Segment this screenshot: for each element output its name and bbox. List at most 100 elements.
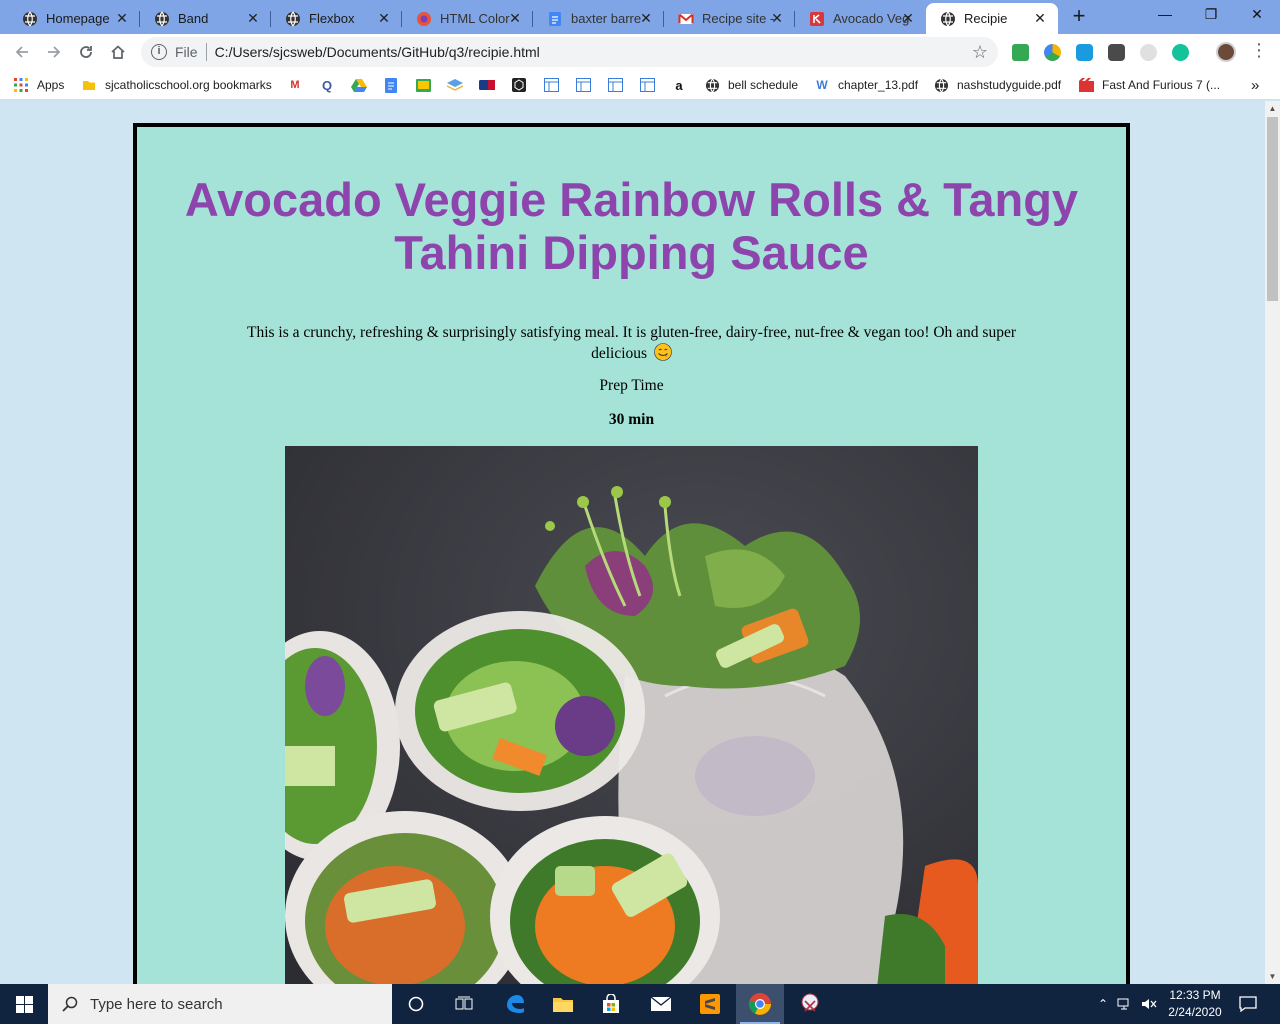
rolls-illustration: [285, 446, 978, 984]
recipe-site-icon: [809, 11, 825, 27]
bookmark-chapter-13[interactable]: W chapter_13.pdf: [814, 76, 918, 94]
search-placeholder: Type here to search: [90, 995, 223, 1013]
network-icon[interactable]: [1117, 997, 1133, 1011]
scheme-label: File: [175, 44, 198, 60]
globe-icon: [285, 11, 301, 27]
classroom-extension-icon[interactable]: [1012, 44, 1029, 61]
snipping-tool-taskbar-button[interactable]: [786, 984, 834, 1024]
close-tab-icon[interactable]: ✕: [114, 10, 130, 26]
prep-time-label: Prep Time: [599, 377, 664, 394]
layout-bookmark-icon[interactable]: [543, 77, 559, 93]
prep-time-value: 30 min: [608, 411, 655, 428]
close-window-button[interactable]: ✕: [1234, 0, 1280, 30]
tab-strip: Homepage ✕ Band ✕ Flexbox ✕ HTML Color ✕…: [0, 0, 1280, 34]
address-bar[interactable]: i File C:/Users/sjcsweb/Documents/GitHub…: [141, 37, 998, 67]
close-tab-icon[interactable]: ✕: [507, 10, 523, 26]
cortana-button[interactable]: [392, 984, 440, 1024]
close-tab-icon[interactable]: ✕: [245, 10, 261, 26]
globe-icon: [704, 77, 720, 93]
start-button[interactable]: [0, 984, 48, 1024]
scroll-down-arrow-icon[interactable]: ▼: [1265, 969, 1280, 984]
amazon-bookmark-icon[interactable]: a: [671, 77, 687, 93]
minimize-button[interactable]: —: [1142, 0, 1188, 30]
tab-recipie-active[interactable]: Recipie ✕: [926, 3, 1058, 34]
menu-kebab-icon[interactable]: ⋮: [1250, 40, 1268, 61]
cortana-circle-icon: [408, 996, 424, 1012]
bookmark-star-icon[interactable]: ☆: [972, 42, 988, 63]
tab-recipe-site[interactable]: Recipe site - ✕: [664, 3, 795, 34]
home-button[interactable]: [106, 40, 130, 64]
bookmark-fast-and-furious[interactable]: Fast And Furious 7 (...: [1078, 76, 1220, 94]
layout-bookmark-icon[interactable]: [575, 77, 591, 93]
shield-extension-icon[interactable]: [1076, 44, 1093, 61]
close-tab-icon[interactable]: ✕: [1032, 10, 1048, 26]
edge-icon: [507, 995, 524, 1013]
vertical-scrollbar[interactable]: ▲ ▼: [1265, 101, 1280, 984]
gmail-bookmark-icon[interactable]: M: [287, 77, 303, 93]
show-hidden-icons-chevron-icon[interactable]: ⌃: [1095, 997, 1111, 1011]
volume-muted-icon[interactable]: [1141, 997, 1157, 1011]
docs-bookmark-icon[interactable]: [383, 77, 399, 93]
classroom-bookmark-icon[interactable]: [415, 77, 431, 93]
bookmark-nash-study-guide[interactable]: nashstudyguide.pdf: [933, 76, 1061, 94]
scrollbar-thumb[interactable]: [1267, 117, 1278, 301]
close-tab-icon[interactable]: ✕: [638, 10, 654, 26]
action-center-button[interactable]: [1232, 984, 1264, 1024]
close-tab-icon[interactable]: ✕: [769, 10, 785, 26]
unity-bookmark-icon[interactable]: [511, 77, 527, 93]
veggie-rainbow-rolls-photo: [285, 446, 978, 984]
task-view-button[interactable]: [440, 984, 488, 1024]
taskbar-search-box[interactable]: Type here to search: [48, 984, 392, 1024]
scroll-up-arrow-icon[interactable]: ▲: [1265, 101, 1280, 116]
bookmarks-bar: Apps sjcatholicschool.org bookmarks M Q …: [0, 70, 1280, 100]
tab-html-color[interactable]: HTML Color ✕: [402, 3, 533, 34]
tab-title: Homepage: [46, 11, 110, 26]
colorful-extension-icon[interactable]: [1044, 44, 1061, 61]
layout-bookmark-icon[interactable]: [639, 77, 655, 93]
home-icon: [111, 45, 125, 59]
bookmark-label: chapter_13.pdf: [838, 78, 919, 92]
reload-button[interactable]: [74, 40, 98, 64]
bookmark-bell-schedule[interactable]: bell schedule: [704, 76, 798, 94]
globe-icon: [940, 11, 956, 27]
mlb-bookmark-icon[interactable]: [479, 77, 495, 93]
firefox-like-icon: [416, 11, 432, 27]
tab-flexbox[interactable]: Flexbox ✕: [271, 3, 402, 34]
info-icon[interactable]: i: [151, 44, 167, 60]
mail-taskbar-button[interactable]: [637, 984, 685, 1024]
chrome-taskbar-button[interactable]: [736, 984, 784, 1024]
bookmark-folder-sjcatholic[interactable]: sjcatholicschool.org bookmarks: [81, 76, 272, 94]
close-tab-icon[interactable]: ✕: [376, 10, 392, 26]
layout-bookmark-icon[interactable]: [607, 77, 623, 93]
clock-date: 2/24/2020: [1168, 1005, 1222, 1019]
drive-bookmark-icon[interactable]: [351, 77, 367, 93]
tab-band[interactable]: Band ✕: [140, 3, 271, 34]
tab-title: baxter barre: [571, 11, 642, 26]
back-button[interactable]: [10, 40, 34, 64]
grammarly-extension-icon[interactable]: [1172, 44, 1189, 61]
edge-taskbar-button[interactable]: [491, 984, 539, 1024]
sublime-text-taskbar-button[interactable]: [686, 984, 734, 1024]
yum-face-emoji-icon: [654, 343, 672, 361]
profile-avatar[interactable]: [1216, 42, 1236, 62]
tab-baxter-barre[interactable]: baxter barre ✕: [533, 3, 664, 34]
taskbar-clock[interactable]: 12:33 PM 2/24/2020: [1160, 987, 1230, 1021]
bookmark-apps[interactable]: Apps: [13, 76, 64, 94]
close-tab-icon[interactable]: ✕: [900, 10, 916, 26]
new-tab-button[interactable]: +: [1068, 5, 1090, 28]
restore-button[interactable]: ❐: [1188, 0, 1234, 30]
help-extension-icon[interactable]: [1140, 44, 1157, 61]
forward-button[interactable]: [42, 40, 66, 64]
url-text[interactable]: C:/Users/sjcsweb/Documents/GitHub/q3/rec…: [215, 44, 540, 60]
tab-avocado-veggie[interactable]: Avocado Veg ✕: [795, 3, 926, 34]
dark-shield-extension-icon[interactable]: [1108, 44, 1125, 61]
globe-icon: [154, 11, 170, 27]
layers-bookmark-icon[interactable]: [447, 77, 463, 93]
bookmarks-overflow-button[interactable]: »: [1251, 76, 1259, 94]
file-explorer-taskbar-button[interactable]: [539, 984, 587, 1024]
windows-taskbar: Type here to search ⌃ 12:33 PM 2/24/2020: [0, 984, 1280, 1024]
store-taskbar-button[interactable]: [587, 984, 635, 1024]
tab-homepage[interactable]: Homepage ✕: [8, 3, 140, 34]
quizlet-bookmark-icon[interactable]: Q: [319, 77, 335, 93]
globe-icon: [22, 11, 38, 27]
